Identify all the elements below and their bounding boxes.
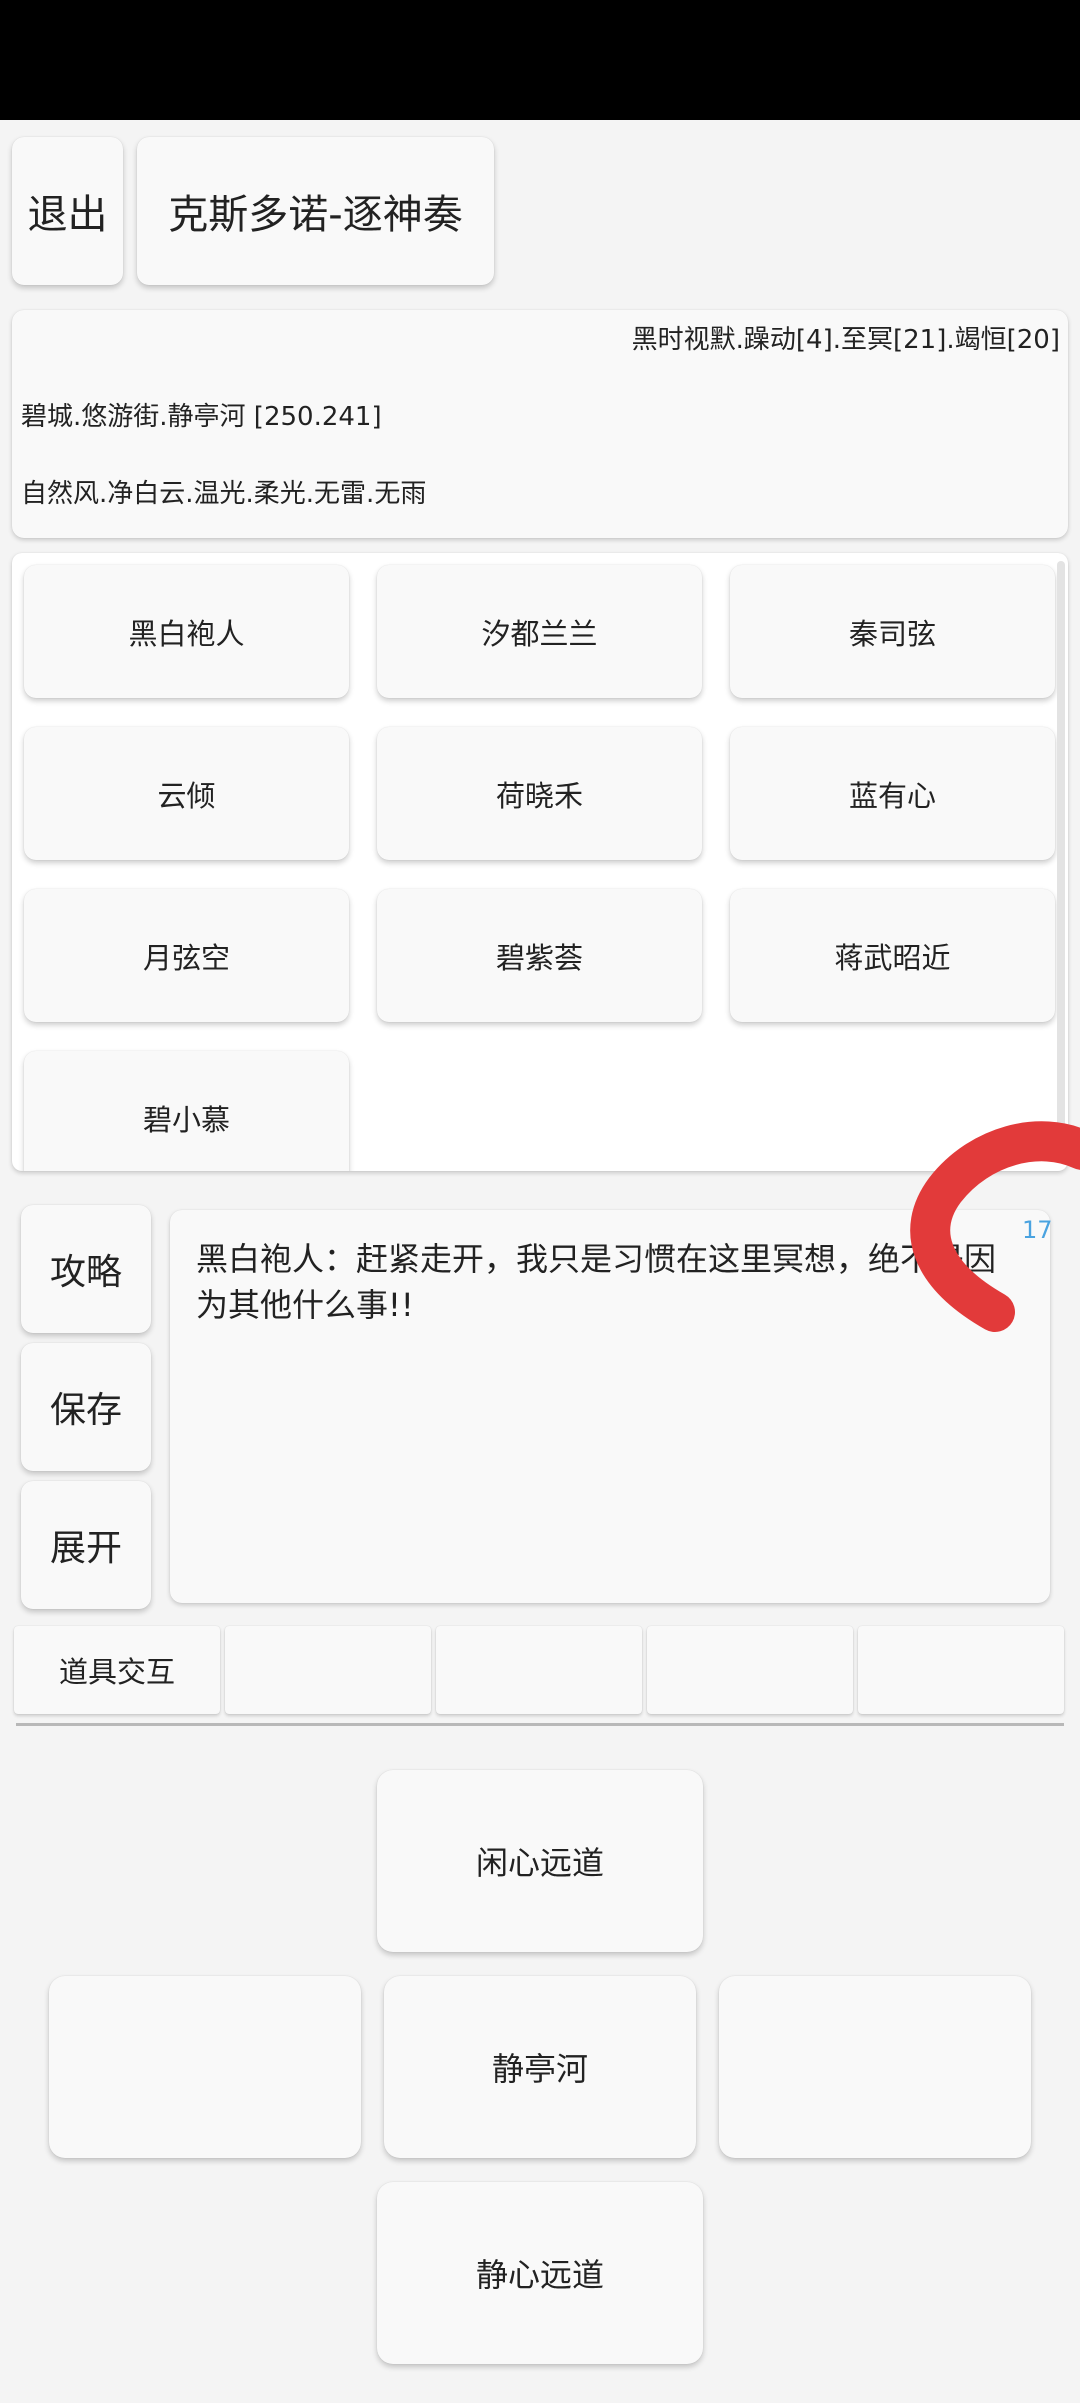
npc-button[interactable]: 云倾	[24, 727, 349, 860]
item-slot[interactable]	[647, 1626, 853, 1714]
npc-list-panel[interactable]: 黑白袍人 汐都兰兰 秦司弦 云倾 荷晓禾 蓝有心 月弦空 碧紫荟 蒋武昭近 碧小…	[12, 553, 1068, 1171]
nav-west-button[interactable]	[49, 1976, 361, 2158]
nav-center-button[interactable]: 静亭河	[384, 1976, 696, 2158]
dialog-box[interactable]: 黑白袍人：赶紧走开，我只是习惯在这里冥想，绝不是因为其他什么事!!	[170, 1210, 1050, 1603]
npc-list-scrollbar[interactable]	[1057, 561, 1065, 1161]
npc-button[interactable]: 蓝有心	[730, 727, 1055, 860]
npc-button[interactable]: 碧紫荟	[377, 889, 702, 1022]
npc-button[interactable]: 汐都兰兰	[377, 565, 702, 698]
item-interact-button[interactable]: 道具交互	[14, 1626, 220, 1714]
status-bar	[0, 0, 1080, 120]
game-time-text: 黑时视默.躁动[4].至冥[21].竭恒[20]	[631, 325, 1060, 355]
dialog-text: 黑白袍人：赶紧走开，我只是习惯在这里冥想，绝不是因为其他什么事!!	[196, 1240, 997, 1324]
item-slot[interactable]	[858, 1626, 1064, 1714]
divider	[16, 1723, 1064, 1726]
location-text: 碧城.悠游街.静亭河 [250.241]	[21, 402, 382, 432]
game-title-button[interactable]: 克斯多诺-逐神奏	[137, 137, 494, 285]
guide-button[interactable]: 攻略	[21, 1205, 151, 1333]
npc-button[interactable]: 秦司弦	[730, 565, 1055, 698]
item-slot[interactable]	[436, 1626, 642, 1714]
item-slot[interactable]	[225, 1626, 431, 1714]
nav-south-button[interactable]: 静心远道	[377, 2182, 703, 2364]
npc-button[interactable]: 月弦空	[24, 889, 349, 1022]
save-button[interactable]: 保存	[21, 1343, 151, 1471]
expand-button[interactable]: 展开	[21, 1481, 151, 1609]
nav-east-button[interactable]	[719, 1976, 1031, 2158]
status-info-card: 黑时视默.躁动[4].至冥[21].竭恒[20] 碧城.悠游街.静亭河 [250…	[12, 310, 1068, 538]
weather-text: 自然风.净白云.温光.柔光.无雷.无雨	[21, 479, 427, 509]
dialog-counter: 17	[1022, 1216, 1053, 1244]
nav-north-button[interactable]: 闲心远道	[377, 1770, 703, 1952]
npc-button[interactable]: 蒋武昭近	[730, 889, 1055, 1022]
npc-button[interactable]: 碧小慕	[24, 1051, 349, 1171]
exit-button[interactable]: 退出	[12, 137, 123, 285]
npc-button[interactable]: 荷晓禾	[377, 727, 702, 860]
npc-button[interactable]: 黑白袍人	[24, 565, 349, 698]
